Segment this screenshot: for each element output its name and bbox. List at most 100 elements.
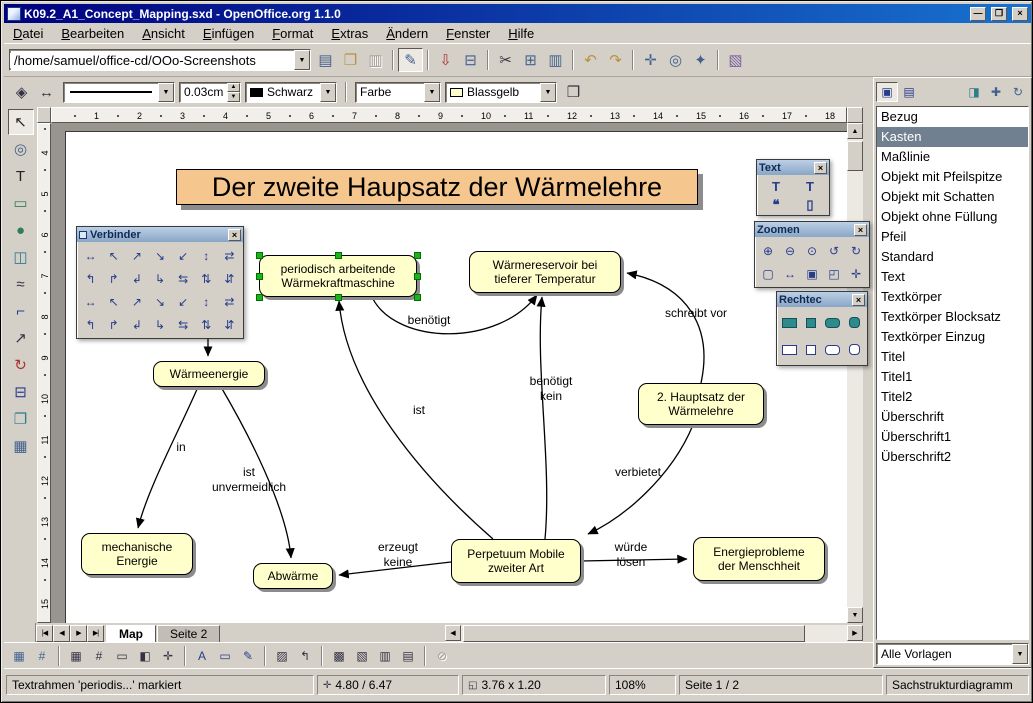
zoom-palette-titlebar[interactable]: Zoomen × <box>755 222 869 237</box>
edge-label-schreibt-vor[interactable]: schreibt vor <box>665 306 727 321</box>
select-text-area-button[interactable]: ▭ <box>214 646 236 666</box>
connector-style-14-button[interactable]: ⇵ <box>218 267 241 290</box>
vertical-scrollbar-thumb[interactable] <box>847 141 863 171</box>
status-zoom[interactable]: 108% <box>609 675 676 695</box>
concept-node-energieprobleme[interactable]: Energieprobleme der Menschheit <box>693 537 825 581</box>
menu-hilfe[interactable]: Hilfe <box>499 24 543 43</box>
line-color-dropdown-button[interactable]: ▼ <box>320 83 336 102</box>
callout-tool-button[interactable]: ❝ <box>759 195 793 213</box>
style-item[interactable]: Objekt mit Pfeilspitze <box>877 167 1028 187</box>
connector-style-18-button[interactable]: ↘ <box>148 290 171 313</box>
minimize-button[interactable]: — <box>970 7 986 21</box>
fill-format-mode-button[interactable]: ◨ <box>963 82 985 102</box>
new-style-from-selection-button[interactable]: ✚ <box>985 82 1007 102</box>
connector-style-11-button[interactable]: ↳ <box>148 267 171 290</box>
connector-style-2-button[interactable]: ↖ <box>102 244 125 267</box>
vertical-scrollbar[interactable]: ▲ ▼ <box>847 123 863 623</box>
graphics-styles-button[interactable]: ▣ <box>876 82 898 102</box>
text-tool-button[interactable]: T <box>8 163 34 189</box>
menu-fenster[interactable]: Fenster <box>437 24 499 43</box>
connector-style-26-button[interactable]: ⇆ <box>172 313 195 336</box>
ellipse-tool-button[interactable]: ● <box>8 217 34 243</box>
style-item[interactable]: Textkörper Blocksatz <box>877 307 1028 327</box>
close-icon[interactable]: × <box>814 162 827 174</box>
snap-to-grid-button[interactable]: ▦ <box>65 646 87 666</box>
status-position[interactable]: ✛ 4.80 / 6.47 <box>317 675 459 695</box>
connector-style-8-button[interactable]: ↰ <box>79 267 102 290</box>
connector-style-21-button[interactable]: ⇄ <box>218 290 241 313</box>
style-filter-combo[interactable]: Alle Vorlagen ▼ <box>876 643 1029 665</box>
select-tool-button[interactable]: ↖ <box>8 109 34 135</box>
connector-style-6-button[interactable]: ↕ <box>195 244 218 267</box>
fill-style-combo[interactable]: Farbe ▼ <box>355 82 441 103</box>
selection-handle[interactable] <box>256 252 263 259</box>
selection-handle[interactable] <box>256 294 263 301</box>
status-template[interactable]: Sachstrukturdiagramm <box>886 675 1029 695</box>
first-page-button[interactable]: |◀ <box>36 625 53 642</box>
zoom-tool-button[interactable]: ◎ <box>8 136 34 162</box>
connector-style-12-button[interactable]: ⇆ <box>172 267 195 290</box>
concept-node-waermekraftmaschine[interactable]: periodisch arbeitende Wärmekraftmaschine <box>259 255 417 297</box>
rounded-square-filled-button[interactable] <box>844 309 866 336</box>
shadow-button[interactable]: ❒ <box>561 80 586 104</box>
connector-style-5-button[interactable]: ↙ <box>172 244 195 267</box>
connector-style-28-button[interactable]: ⇵ <box>218 313 241 336</box>
connector-style-13-button[interactable]: ⇅ <box>195 267 218 290</box>
zoom-previous-button[interactable]: ↺ <box>823 239 845 262</box>
style-item[interactable]: Überschrift1 <box>877 427 1028 447</box>
presentation-styles-button[interactable]: ▤ <box>898 82 920 102</box>
new-document-button[interactable]: ▤ <box>313 48 338 72</box>
connector-style-1-button[interactable]: ↔ <box>79 244 102 267</box>
rounded-square-outline-button[interactable] <box>844 336 866 363</box>
maximize-button[interactable]: ❐ <box>991 7 1007 21</box>
insert-tool-button[interactable]: ▦ <box>8 433 34 459</box>
fill-style-dropdown-button[interactable]: ▼ <box>424 83 440 102</box>
tab-seite-2[interactable]: Seite 2 <box>157 625 220 642</box>
rounded-rectangle-filled-button[interactable] <box>822 309 844 336</box>
zoom-pan-button[interactable]: ✛ <box>845 262 867 285</box>
style-item[interactable]: Überschrift2 <box>877 447 1028 467</box>
line-style-combo[interactable]: ▼ <box>63 82 175 103</box>
fill-color-combo[interactable]: Blassgelb ▼ <box>445 82 557 103</box>
concept-node-waermereservoir[interactable]: Wärmereservoir bei tieferer Temperatur <box>469 251 621 293</box>
zoom-page-width-button[interactable]: ↔ <box>779 262 801 285</box>
horizontal-scrollbar-thumb[interactable] <box>463 625 805 642</box>
vertical-text-tool-button[interactable]: ▯ <box>793 195 827 213</box>
concept-node-waermeenergie[interactable]: Wärmeenergie <box>153 361 265 387</box>
zoom-out-button[interactable]: ⊖ <box>779 239 801 262</box>
connector-style-3-button[interactable]: ↗ <box>125 244 148 267</box>
line-contour-button[interactable]: ▤ <box>397 646 419 666</box>
selection-handle[interactable] <box>414 252 421 259</box>
display-helplines-button[interactable]: # <box>31 646 53 666</box>
horizontal-scrollbar[interactable]: ◀ ▶ <box>445 625 863 642</box>
status-size[interactable]: ◱ 3.76 x 1.20 <box>462 675 606 695</box>
style-item[interactable]: Standard <box>877 247 1028 267</box>
map-title-box[interactable]: Der zweite Haupsatz der Wärmelehre <box>176 169 698 205</box>
connector-tool-button[interactable]: ⌐ <box>8 298 34 324</box>
style-item[interactable]: Objekt mit Schatten <box>877 187 1028 207</box>
scroll-up-button[interactable]: ▲ <box>847 123 863 139</box>
tab-area-grip[interactable] <box>4 623 36 642</box>
connector-style-19-button[interactable]: ↙ <box>172 290 195 313</box>
redo-button[interactable]: ↷ <box>603 48 628 72</box>
close-icon[interactable]: × <box>228 229 241 241</box>
menu-format[interactable]: Format <box>263 24 322 43</box>
contour-mode-button[interactable]: ▧ <box>351 646 373 666</box>
last-page-button[interactable]: ▶| <box>87 625 104 642</box>
style-item[interactable]: Textkörper Einzug <box>877 327 1028 347</box>
concept-node-abwaerme[interactable]: Abwärme <box>253 563 333 589</box>
menu-ansicht[interactable]: Ansicht <box>133 24 194 43</box>
edge-label-verbietet[interactable]: verbietet <box>615 465 661 480</box>
style-item[interactable]: Titel <box>877 347 1028 367</box>
connector-style-10-button[interactable]: ↲ <box>125 267 148 290</box>
snap-to-margins-button[interactable]: ▭ <box>111 646 133 666</box>
connector-style-23-button[interactable]: ↱ <box>102 313 125 336</box>
vertical-ruler[interactable]: 456789101112131415 <box>37 123 51 623</box>
line-style-dropdown-button[interactable]: ▼ <box>158 83 174 102</box>
rectangle-tool-button[interactable]: ▭ <box>8 190 34 216</box>
menu-andern[interactable]: Ändern <box>377 24 437 43</box>
selection-handle[interactable] <box>414 294 421 301</box>
zoom-page-button[interactable]: ▢ <box>757 262 779 285</box>
rotate-tool-button[interactable]: ↻ <box>8 352 34 378</box>
url-input[interactable] <box>10 53 294 68</box>
